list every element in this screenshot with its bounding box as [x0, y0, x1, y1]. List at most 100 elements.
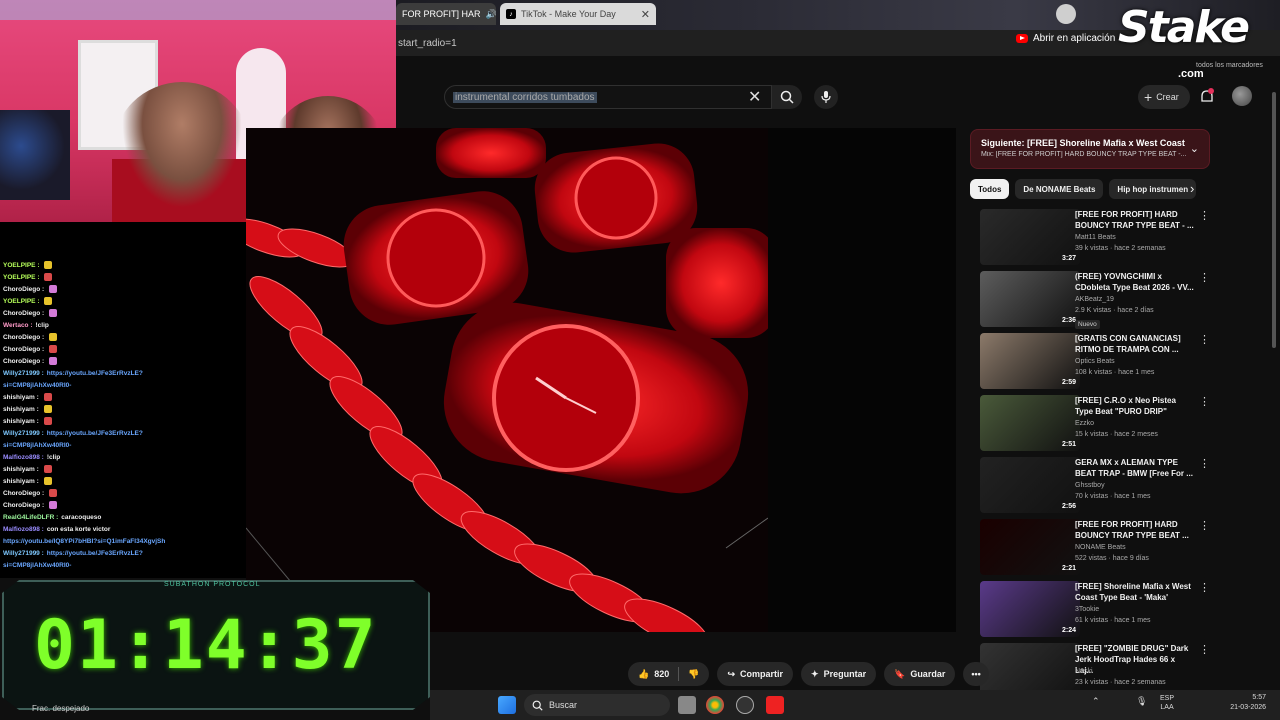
new-tab-button[interactable]: [1056, 4, 1076, 24]
video-channel[interactable]: Nuski: [1075, 668, 1093, 675]
search-input[interactable]: instrumental corridos tumbados: [444, 85, 772, 109]
chat-username[interactable]: shishiyam :: [3, 478, 39, 485]
chat-username[interactable]: YOELPIPE :: [3, 274, 39, 281]
notifications-bell-icon[interactable]: [1198, 88, 1216, 106]
search-button[interactable]: [772, 85, 802, 109]
video-channel[interactable]: Matt11 Beats: [1075, 234, 1116, 241]
open-in-app-button[interactable]: Abrir en aplicación: [1016, 33, 1115, 44]
windows-start-icon[interactable]: [498, 696, 516, 714]
video-channel[interactable]: Optics Beats: [1075, 358, 1115, 365]
audio-icon[interactable]: 🔊: [486, 9, 497, 20]
tab-youtube[interactable]: FOR PROFIT] HAR 🔊 ✕: [396, 3, 496, 25]
youtube-taskbar-icon[interactable]: [766, 696, 784, 714]
chat-username[interactable]: Wertaco :: [3, 322, 33, 329]
recommended-video[interactable]: 2:36 (FREE) YOVNGCHIMI x CDobleta Type Be…: [970, 271, 1214, 329]
chat-username[interactable]: shishiyam :: [3, 406, 39, 413]
recommended-video[interactable]: 2:21 [FREE FOR PROFIT] HARD BOUNCY TRAP T…: [970, 519, 1214, 577]
voice-search-button[interactable]: [814, 85, 838, 109]
tab-tiktok[interactable]: ♪ TikTok - Make Your Day ✕: [500, 3, 656, 25]
share-button[interactable]: ↪ Compartir: [717, 662, 794, 686]
more-actions-button[interactable]: •••: [963, 662, 989, 686]
taskbar-search[interactable]: Buscar: [524, 694, 670, 716]
chat-username[interactable]: Willy271999 :: [3, 370, 44, 377]
video-title[interactable]: [FREE] "ZOMBIE DRUG" Dark Jerk HoodTrap …: [1075, 643, 1195, 676]
more-options-icon[interactable]: ⋮: [1199, 395, 1210, 408]
recommended-video[interactable]: 2:51 [FREE] C.R.O x Neo Pistea Type Beat …: [970, 395, 1214, 453]
chrome-icon[interactable]: [706, 696, 724, 714]
more-options-icon[interactable]: ⋮: [1199, 333, 1210, 346]
tray-chevron-icon[interactable]: ⌃: [1092, 696, 1102, 714]
video-thumbnail[interactable]: 2:56: [980, 457, 1080, 513]
video-channel[interactable]: Ghsstboy: [1075, 482, 1105, 489]
chat-username[interactable]: ChoroDiego :: [3, 502, 44, 509]
recommended-video[interactable]: 2:24 [FREE] Shoreline Mafia x West Coast …: [970, 581, 1214, 639]
chat-username[interactable]: ChoroDiego :: [3, 310, 44, 317]
chat-link[interactable]: si=CMP8jlAhXw40RI0-: [3, 562, 71, 569]
video-channel[interactable]: Ezzko: [1075, 420, 1094, 427]
video-player[interactable]: [246, 128, 768, 632]
chat-link[interactable]: si=CMP8jlAhXw40RI0-: [3, 382, 71, 389]
chip-hip-hop[interactable]: Hip hop instrumen: [1109, 179, 1197, 199]
more-options-icon[interactable]: ⋮: [1199, 271, 1210, 284]
clock[interactable]: 5:57 21-03-2026: [1222, 693, 1266, 713]
chat-link[interactable]: https://youtu.be/JFe3ErRvzLE?: [47, 550, 143, 557]
video-thumbnail[interactable]: 2:24: [980, 581, 1080, 637]
chat-link[interactable]: https://youtu.be/JFe3ErRvzLE?: [47, 370, 143, 377]
close-tab-icon[interactable]: ✕: [641, 8, 650, 21]
recommended-video[interactable]: 2:56 GERA MX x ALEMAN TYPE BEAT TRAP - BM…: [970, 457, 1214, 515]
video-thumbnail[interactable]: 2:51: [980, 395, 1080, 451]
chip-noname-beats[interactable]: De NONAME Beats: [1015, 179, 1104, 199]
video-channel[interactable]: 3Tookie: [1075, 606, 1099, 613]
chat-username[interactable]: ChoroDiego :: [3, 346, 44, 353]
chevron-right-icon[interactable]: ›: [1190, 181, 1194, 196]
chat-username[interactable]: ChoroDiego :: [3, 286, 44, 293]
video-title[interactable]: GERA MX x ALEMAN TYPE BEAT TRAP - BMW [F…: [1075, 457, 1195, 479]
video-thumbnail[interactable]: 3:27: [980, 209, 1080, 265]
thumbs-up-icon[interactable]: 👍: [638, 669, 649, 680]
task-view-icon[interactable]: [678, 696, 696, 714]
create-button[interactable]: + Crear: [1138, 85, 1190, 109]
video-channel[interactable]: AKBeatz_19: [1075, 296, 1114, 303]
chat-username[interactable]: Malfiozo898 :: [3, 526, 44, 533]
chat-username[interactable]: shishiyam :: [3, 394, 39, 401]
video-title[interactable]: (FREE) YOVNGCHIMI x CDobleta Type Beat 2…: [1075, 271, 1195, 293]
video-title[interactable]: [FREE FOR PROFIT] HARD BOUNCY TRAP TYPE …: [1075, 209, 1195, 231]
ask-button[interactable]: ✦ Preguntar: [801, 662, 877, 686]
language-indicator[interactable]: ESP LAA: [1160, 694, 1174, 712]
save-button[interactable]: 🔖 Guardar: [884, 662, 956, 686]
more-options-icon[interactable]: ⋮: [1199, 457, 1210, 470]
video-title[interactable]: [FREE] C.R.O x Neo Pistea Type Beat "PUR…: [1075, 395, 1195, 417]
chat-link[interactable]: https://youtu.be/JFe3ErRvzLE?: [47, 430, 143, 437]
chat-username[interactable]: ChoroDiego :: [3, 490, 44, 497]
video-title[interactable]: [FREE FOR PROFIT] HARD BOUNCY TRAP TYPE …: [1075, 519, 1195, 541]
video-channel[interactable]: NONAME Beats: [1075, 544, 1126, 551]
video-thumbnail[interactable]: 2:59: [980, 333, 1080, 389]
clear-search-icon[interactable]: ✕: [748, 87, 761, 107]
more-options-icon[interactable]: ⋮: [1199, 643, 1210, 656]
chat-username[interactable]: Willy271999 :: [3, 550, 44, 557]
thumbs-down-icon[interactable]: 👎: [688, 669, 699, 680]
like-dislike-group[interactable]: 👍 820 👎: [628, 662, 710, 686]
video-title[interactable]: [GRATIS CON GANANCIAS] RITMO DE TRAMPA C…: [1075, 333, 1195, 355]
recommended-video[interactable]: 3:27 [FREE FOR PROFIT] HARD BOUNCY TRAP T…: [970, 209, 1214, 267]
video-thumbnail[interactable]: 2:36: [980, 271, 1080, 327]
more-options-icon[interactable]: ⋮: [1199, 519, 1210, 532]
chat-username[interactable]: YOELPIPE :: [3, 262, 39, 269]
chat-username[interactable]: shishiyam :: [3, 418, 39, 425]
video-title[interactable]: [FREE] Shoreline Mafia x West Coast Type…: [1075, 581, 1195, 603]
scrollbar[interactable]: [1272, 92, 1276, 348]
chip-todos[interactable]: Todos: [970, 179, 1010, 199]
mic-tray-icon[interactable]: 🎙: [1136, 696, 1147, 714]
chat-username[interactable]: shishiyam :: [3, 466, 39, 473]
app-icon[interactable]: [736, 696, 754, 714]
chat-username[interactable]: RealG4LifeDLFR :: [3, 514, 58, 521]
chat-username[interactable]: ChoroDiego :: [3, 334, 44, 341]
chat-link[interactable]: https://youtu.be/IQ8YPi7bHBI?si=Q1imFaFI…: [3, 538, 165, 545]
chat-username[interactable]: YOELPIPE :: [3, 298, 39, 305]
chat-username[interactable]: ChoroDiego :: [3, 358, 44, 365]
video-thumbnail[interactable]: 2:21: [980, 519, 1080, 575]
more-options-icon[interactable]: ⋮: [1199, 209, 1210, 222]
chat-link[interactable]: si=CMP8jlAhXw40RI0-: [3, 442, 71, 449]
recommended-video[interactable]: 2:59 [GRATIS CON GANANCIAS] RITMO DE TRAM…: [970, 333, 1214, 391]
chevron-down-icon[interactable]: ⌄: [1190, 142, 1199, 155]
